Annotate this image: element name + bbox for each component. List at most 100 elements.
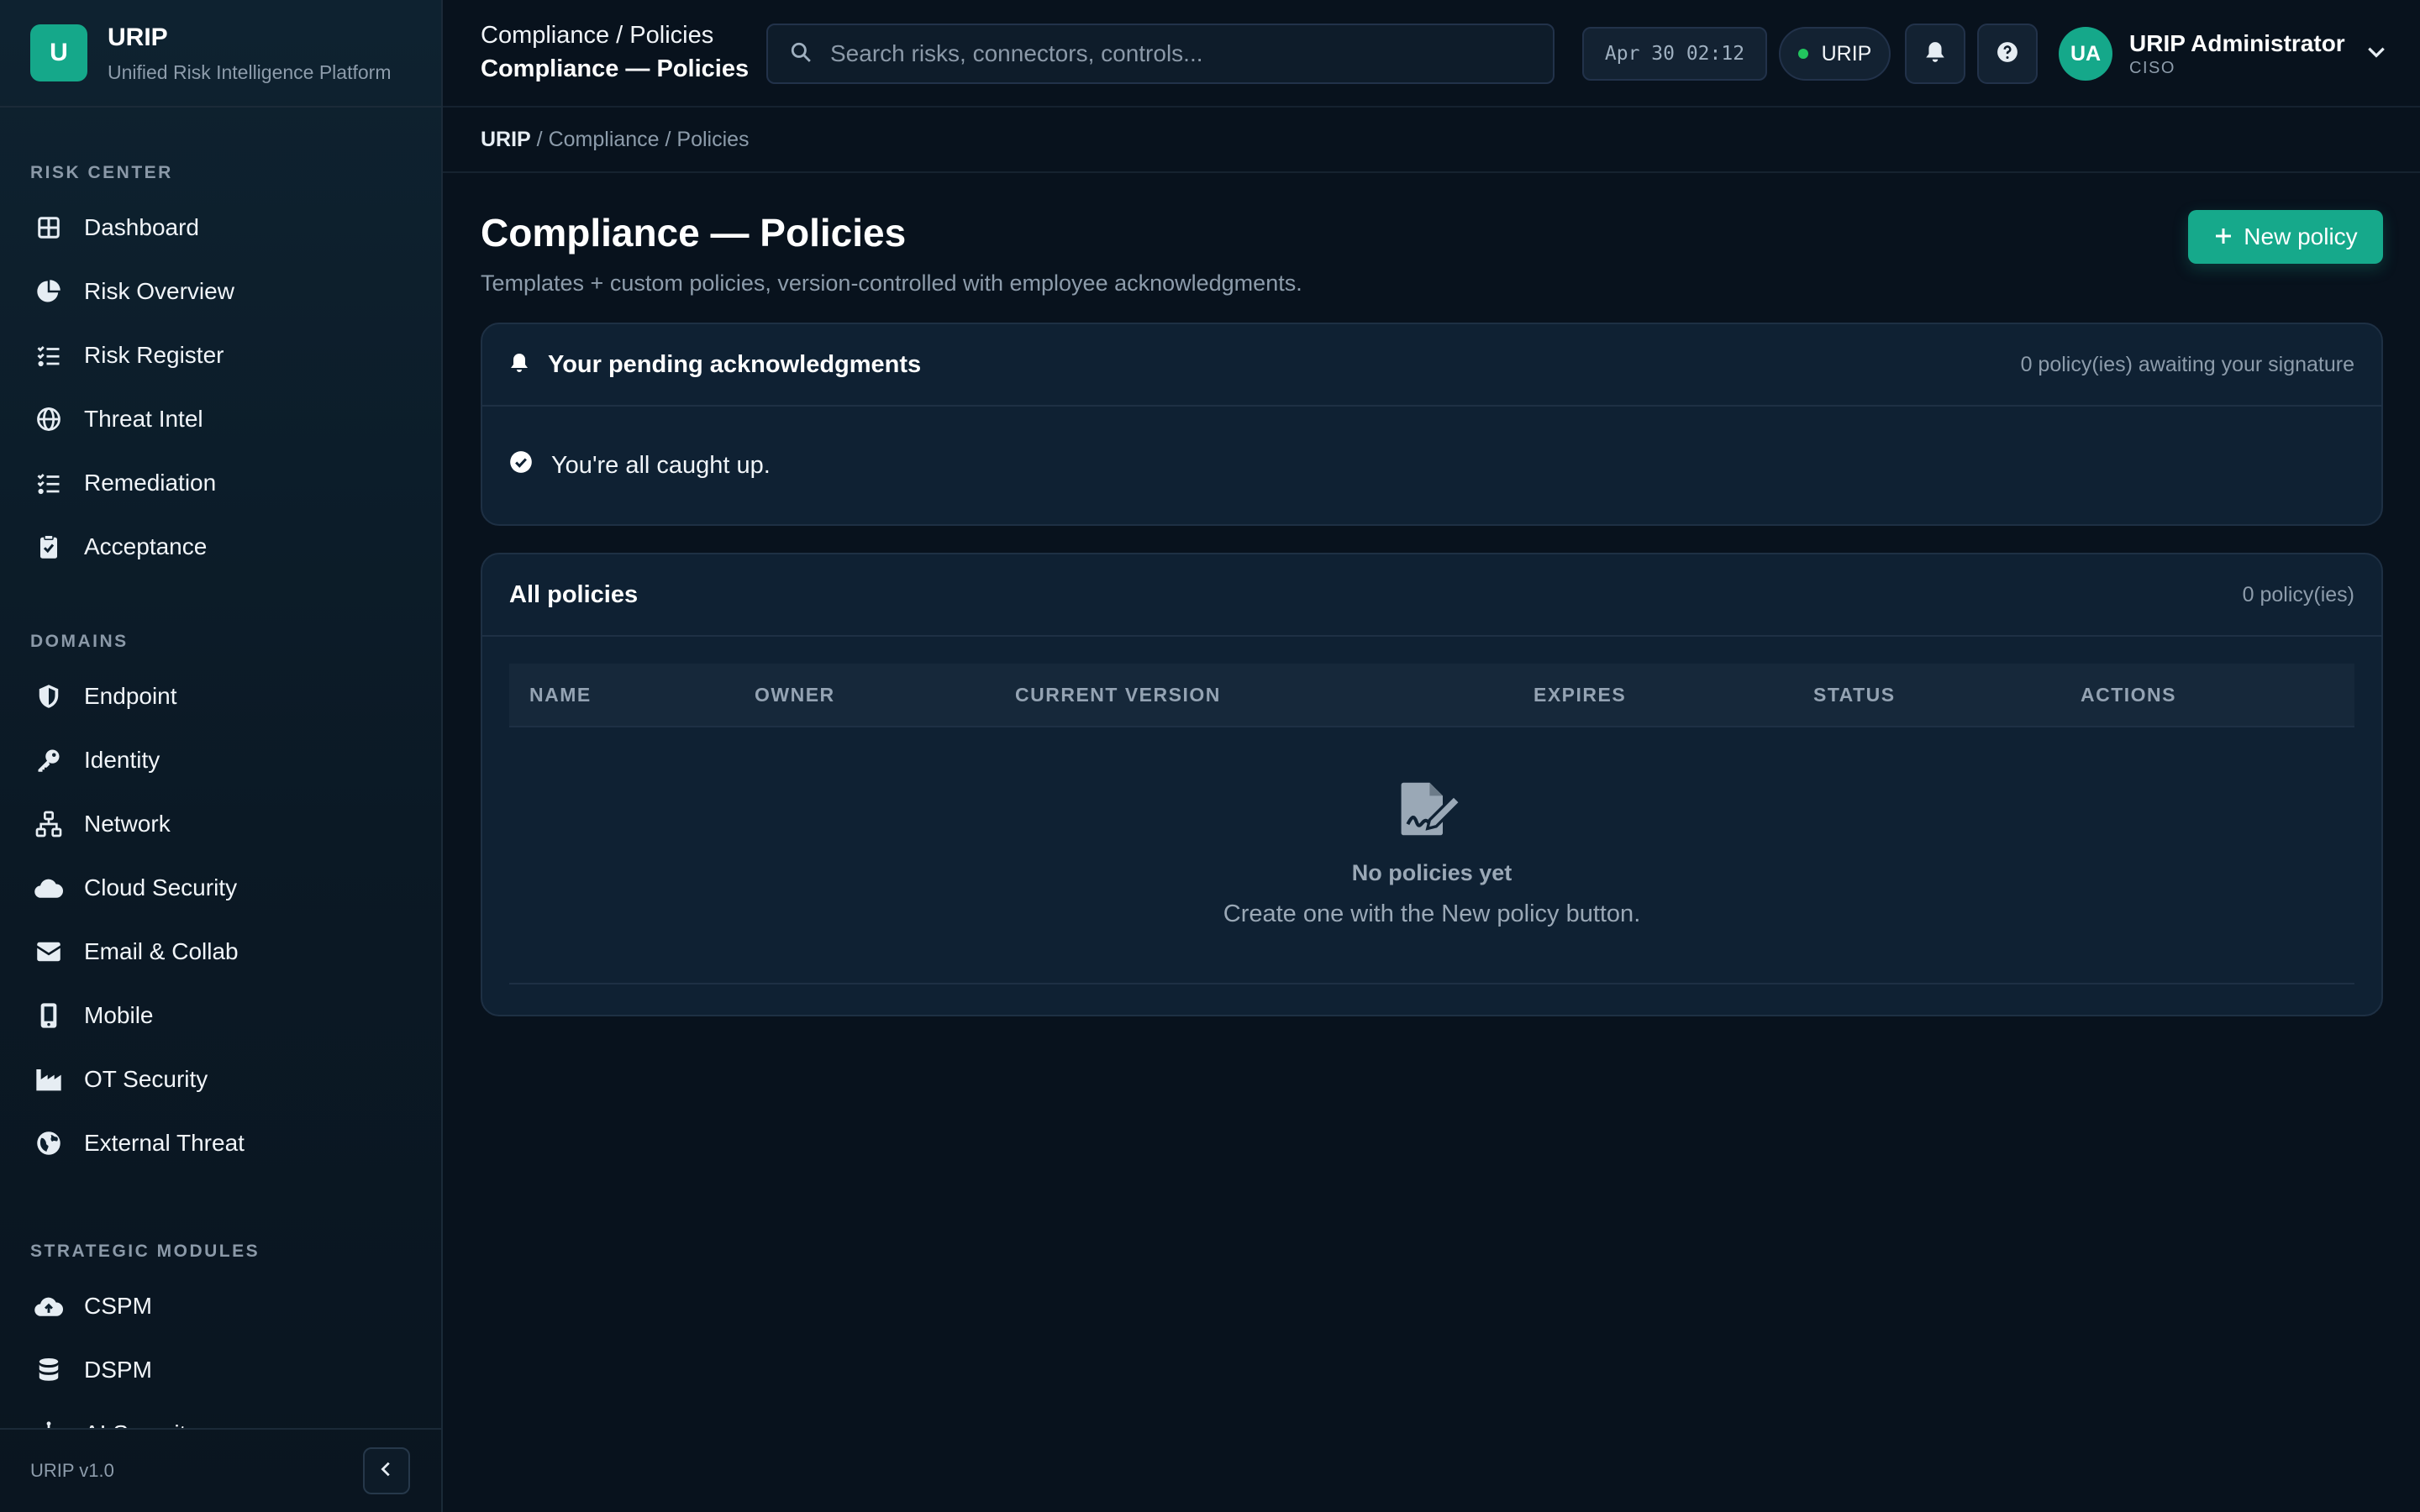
pending-acknowledgments-card: Your pending acknowledgments 0 policy(ie… [481,323,2383,526]
page-subtitle: Templates + custom policies, version-con… [481,270,1302,296]
mobile-icon [34,1000,64,1031]
user-menu[interactable]: UA URIP Administrator CISO [2059,22,2387,86]
policies-table: NAME OWNER CURRENT VERSION EXPIRES STATU… [509,664,2354,984]
cloud-icon [34,873,64,903]
card-title: All policies [509,580,639,608]
sidebar-item-label: External Threat [84,1130,245,1156]
sidebar-item-ot-security[interactable]: OT Security [0,1047,441,1111]
status-dot-icon [1797,49,1808,59]
sidebar-item-mobile[interactable]: Mobile [0,984,441,1047]
sidebar-item-label: Remediation [84,470,217,496]
column-header-status[interactable]: STATUS [1813,684,1896,706]
sidebar-item-identity[interactable]: Identity [0,728,441,792]
column-header-expires[interactable]: EXPIRES [1534,684,1626,706]
sidebar-item-email-collab[interactable]: Email & Collab [0,920,441,984]
list-check-icon [34,468,64,498]
app-version: URIP v1.0 [30,1460,114,1481]
sidebar-item-ai-security[interactable]: AI Security [0,1402,441,1428]
sidebar-item-risk-overview[interactable]: Risk Overview [0,260,441,323]
brand[interactable]: U URIP Unified Risk Intelligence Platfor… [0,0,441,108]
industry-icon [34,1064,64,1095]
sidebar-item-label: AI Security [84,1420,197,1428]
column-header-current-version[interactable]: CURRENT VERSION [1015,684,1221,706]
brand-logo: U [30,24,87,81]
sidebar-item-risk-register[interactable]: Risk Register [0,323,441,387]
sidebar-nav: RISK CENTER Dashboard Risk Overview Risk… [0,108,441,1428]
grid-icon [34,213,64,243]
clipboard-check-icon [34,532,64,562]
breadcrumb-root[interactable]: URIP [481,128,531,152]
table-header: NAME OWNER CURRENT VERSION EXPIRES STATU… [509,664,2354,727]
breadcrumb-path: / Compliance / Policies [530,127,750,151]
plus-icon [2213,223,2233,251]
caught-up-text: You're all caught up. [551,451,771,479]
network-icon [34,809,64,839]
sidebar-item-label: Mobile [84,1002,154,1028]
search-box[interactable] [766,24,1555,84]
brand-subtitle: Unified Risk Intelligence Platform [108,60,392,83]
sidebar-item-label: Identity [84,747,160,773]
avatar: UA [2059,27,2112,81]
sidebar-item-label: Endpoint [84,683,177,709]
sidebar-item-dashboard[interactable]: Dashboard [0,196,441,260]
sidebar: U URIP Unified Risk Intelligence Platfor… [0,0,443,1512]
caught-up-message: You're all caught up. [482,407,2381,524]
column-header-owner[interactable]: OWNER [755,684,835,706]
sidebar-item-cloud-security[interactable]: Cloud Security [0,856,441,920]
sidebar-item-label: CSPM [84,1293,152,1319]
sidebar-item-label: Risk Register [84,342,224,368]
cloud-upload-icon [34,1291,64,1321]
header-crumb: Compliance / Policies [481,21,714,49]
notifications-button[interactable] [1905,24,1965,84]
new-policy-button[interactable]: New policy [2188,210,2383,264]
clock-display: Apr 30 02:12 [1582,27,1767,81]
search-icon [790,41,812,67]
sidebar-item-label: Cloud Security [84,874,238,900]
main-content: Compliance — Policies Templates + custom… [481,173,2383,1016]
key-icon [34,745,64,775]
pie-chart-icon [34,276,64,307]
card-header: Your pending acknowledgments 0 policy(ie… [482,324,2381,407]
earth-icon [34,1128,64,1158]
tenant-label: URIP [1821,41,1872,66]
chevron-left-icon [377,1460,396,1483]
sidebar-item-label: Acceptance [84,533,208,559]
sidebar-item-remediation[interactable]: Remediation [0,451,441,515]
sidebar-item-dspm[interactable]: DSPM [0,1338,441,1402]
sidebar-item-label: Risk Overview [84,278,234,304]
empty-state: No policies yet Create one with the New … [509,727,2354,984]
shield-icon [34,681,64,711]
all-policies-card: All policies 0 policy(ies) NAME OWNER CU… [481,553,2383,1016]
card-title: Your pending acknowledgments [548,350,922,378]
pending-count: 0 policy(ies) awaiting your signature [2020,352,2354,376]
list-check-icon [34,340,64,370]
sidebar-item-endpoint[interactable]: Endpoint [0,664,441,728]
column-header-name[interactable]: NAME [529,684,592,706]
sidebar-item-external-threat[interactable]: External Threat [0,1111,441,1175]
chevron-down-icon [2365,41,2387,67]
sidebar-item-label: Email & Collab [84,938,239,964]
bell-icon [1924,40,1946,68]
sidebar-item-acceptance[interactable]: Acceptance [0,515,441,579]
check-circle-icon [509,450,533,480]
top-bar: Compliance / Policies Compliance — Polic… [443,0,2420,108]
new-policy-label: New policy [2244,223,2358,249]
collapse-sidebar-button[interactable] [363,1447,410,1494]
database-icon [34,1355,64,1385]
help-button[interactable] [1977,24,2038,84]
sidebar-item-label: OT Security [84,1066,208,1092]
sidebar-item-label: DSPM [84,1357,152,1383]
search-input[interactable] [830,40,1528,67]
card-header: All policies 0 policy(ies) [482,554,2381,637]
sidebar-item-label: Dashboard [84,214,199,240]
user-name: URIP Administrator [2129,29,2345,56]
breadcrumb: URIP / Compliance / Policies [443,108,2420,173]
sidebar-item-threat-intel[interactable]: Threat Intel [0,387,441,451]
tenant-badge[interactable]: URIP [1779,27,1891,81]
sidebar-item-network[interactable]: Network [0,792,441,856]
brand-name: URIP [108,23,168,51]
sidebar-item-cspm[interactable]: CSPM [0,1274,441,1338]
empty-state-title: No policies yet [1351,860,1512,885]
page-header: Compliance / Policies Compliance — Polic… [481,20,758,86]
column-header-actions: ACTIONS [2081,683,2176,706]
